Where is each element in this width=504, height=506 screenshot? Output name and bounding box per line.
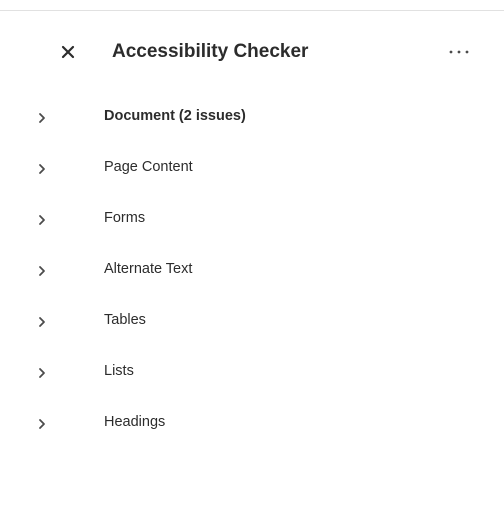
chevron-right-icon[interactable] <box>34 110 50 126</box>
category-label: Lists <box>104 363 134 379</box>
category-label: Forms <box>104 210 146 226</box>
chevron-right-icon[interactable] <box>34 314 50 330</box>
more-options-button[interactable] <box>442 40 476 64</box>
category-label: Tables <box>104 312 146 328</box>
category-row-tables[interactable]: Tables <box>0 302 504 353</box>
category-row-lists[interactable]: Lists <box>0 353 504 404</box>
close-button[interactable] <box>56 38 80 66</box>
checker-category-list: Document (2 issues) Page Content Forms A… <box>0 98 504 455</box>
chevron-right-icon[interactable] <box>34 161 50 177</box>
category-row-forms[interactable]: Forms <box>0 200 504 251</box>
category-label: Alternate Text <box>104 261 193 277</box>
category-label: Document (2 issues) <box>104 108 246 124</box>
category-label: Headings <box>104 414 166 430</box>
more-horizontal-icon <box>449 50 469 54</box>
panel-title: Accessibility Checker <box>112 41 309 62</box>
category-row-document[interactable]: Document (2 issues) <box>0 98 504 149</box>
category-row-alternate-text[interactable]: Alternate Text <box>0 251 504 302</box>
top-divider <box>0 10 504 11</box>
close-icon <box>61 45 75 59</box>
category-row-headings[interactable]: Headings <box>0 404 504 455</box>
chevron-right-icon[interactable] <box>34 416 50 432</box>
chevron-right-icon[interactable] <box>34 365 50 381</box>
category-label: Page Content <box>104 159 193 175</box>
accessibility-checker-panel: Accessibility Checker Document (2 issues… <box>0 0 504 506</box>
panel-header: Accessibility Checker <box>0 34 504 70</box>
chevron-right-icon[interactable] <box>34 263 50 279</box>
category-row-page-content[interactable]: Page Content <box>0 149 504 200</box>
chevron-right-icon[interactable] <box>34 212 50 228</box>
